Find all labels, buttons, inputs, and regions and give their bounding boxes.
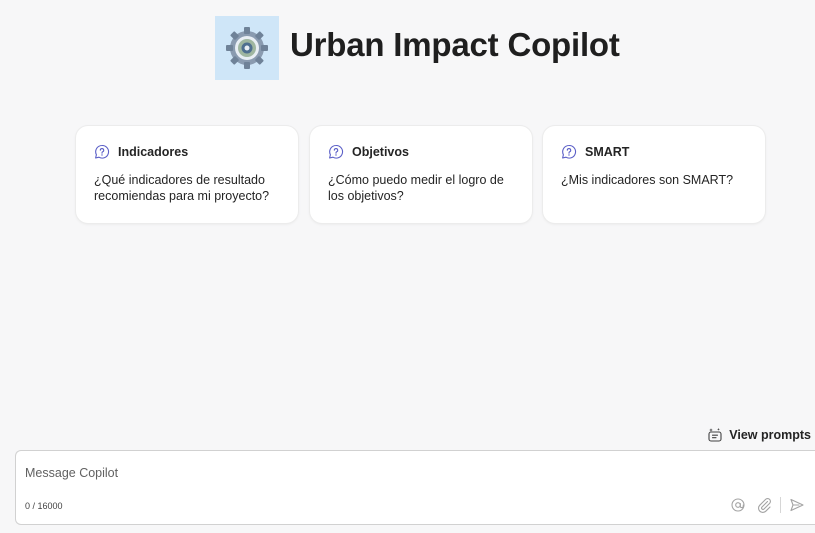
chat-bubble-help-icon bbox=[562, 144, 577, 159]
prompt-card-header: SMART bbox=[561, 143, 749, 161]
composer-divider bbox=[780, 497, 781, 513]
prompt-card-objetivos[interactable]: Objetivos ¿Cómo puedo medir el logro de … bbox=[310, 126, 532, 223]
prompt-card-text: ¿Qué indicadores de resultado recomienda… bbox=[94, 173, 270, 203]
gear-emblem-icon bbox=[226, 27, 268, 69]
prompt-card-title: SMART bbox=[585, 145, 630, 159]
prompt-card-text: ¿Mis indicadores son SMART? bbox=[561, 173, 734, 187]
prompt-card-title: Indicadores bbox=[118, 145, 189, 159]
message-composer: 0 / 16000 bbox=[15, 450, 815, 525]
prompt-card-header: Objetivos bbox=[328, 143, 516, 161]
prompt-card-indicadores[interactable]: Indicadores ¿Qué indicadores de resultad… bbox=[76, 126, 298, 223]
prompt-sparkle-icon bbox=[708, 428, 722, 442]
chat-bubble-help-icon bbox=[95, 144, 110, 159]
mention-icon[interactable] bbox=[730, 497, 746, 513]
attach-icon[interactable] bbox=[756, 497, 772, 513]
message-input[interactable] bbox=[25, 463, 725, 483]
prompt-card-text: ¿Cómo puedo medir el logro de los objeti… bbox=[328, 173, 504, 203]
view-prompts-label: View prompts bbox=[729, 428, 811, 442]
composer-actions bbox=[730, 496, 805, 514]
header: Urban Impact Copilot bbox=[0, 16, 815, 82]
prompt-card-header: Indicadores bbox=[94, 143, 282, 161]
prompt-card-smart[interactable]: SMART ¿Mis indicadores son SMART? bbox=[543, 126, 765, 223]
view-prompts-button[interactable]: View prompts bbox=[707, 426, 811, 444]
app-logo bbox=[215, 16, 279, 80]
send-icon[interactable] bbox=[789, 497, 805, 513]
prompt-card-title: Objetivos bbox=[352, 145, 409, 159]
chat-bubble-help-icon bbox=[329, 144, 344, 159]
app-title: Urban Impact Copilot bbox=[290, 26, 620, 63]
character-count: 0 / 16000 bbox=[25, 501, 63, 511]
